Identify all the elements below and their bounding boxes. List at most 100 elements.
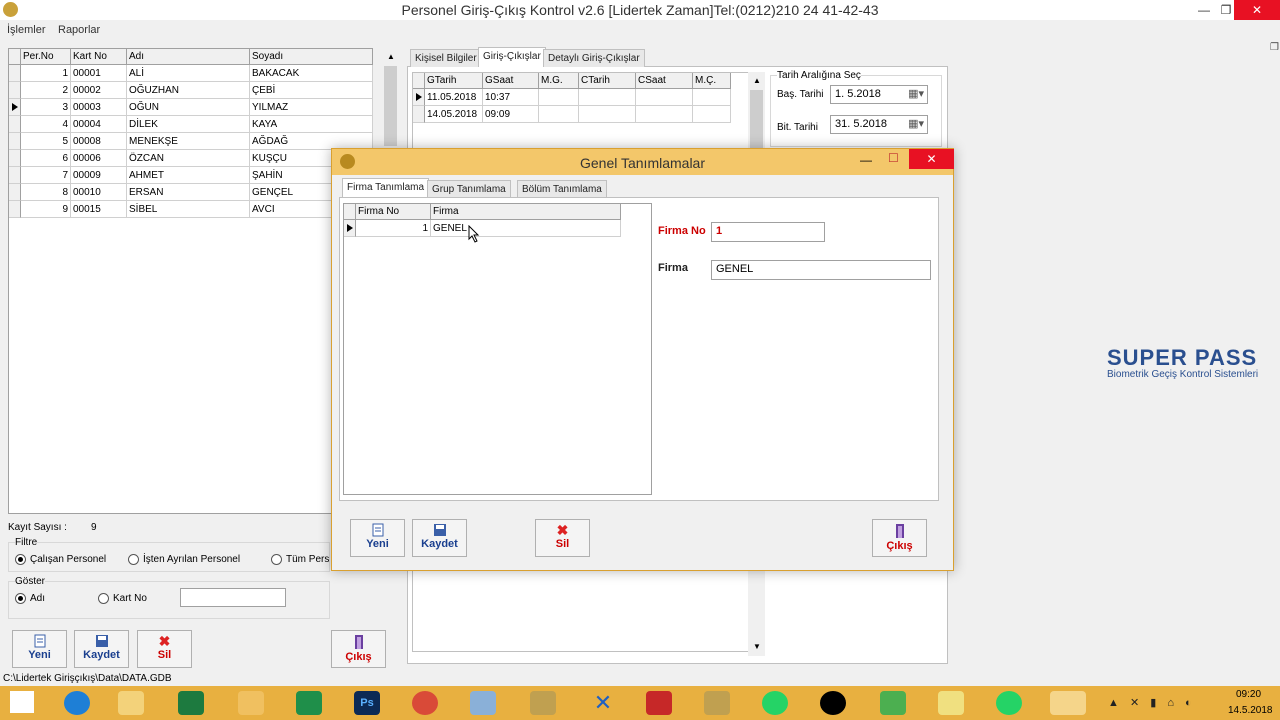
spreadsheet-app-icon[interactable] bbox=[178, 691, 204, 715]
col-header-mc[interactable]: M.Ç. bbox=[693, 73, 731, 89]
scroll-thumb[interactable] bbox=[750, 90, 763, 150]
col-header-adi[interactable]: Adı bbox=[127, 49, 250, 65]
entry-cell[interactable] bbox=[579, 106, 636, 123]
whatsapp-icon[interactable] bbox=[762, 691, 788, 715]
personnel-cell[interactable]: 4 bbox=[21, 116, 71, 133]
dialog-exit-button[interactable]: Çıkış bbox=[872, 519, 927, 557]
entry-cell[interactable]: 09:09 bbox=[483, 106, 539, 123]
personnel-cell[interactable]: 00009 bbox=[71, 167, 127, 184]
col-header-firma[interactable]: Firma bbox=[431, 204, 621, 220]
row-indicator[interactable] bbox=[9, 167, 21, 184]
keys-app-icon[interactable] bbox=[704, 691, 730, 715]
scroll-up-arrow[interactable]: ▲ bbox=[753, 76, 761, 85]
personnel-cell[interactable]: OĞUZHAN bbox=[127, 82, 250, 99]
row-indicator[interactable] bbox=[9, 184, 21, 201]
entry-row[interactable]: 14.05.2018 09:09 bbox=[413, 106, 751, 123]
close-button[interactable]: ✕ bbox=[1234, 0, 1280, 20]
personnel-row[interactable]: 6 00006 ÖZCAN KUŞÇU bbox=[9, 150, 373, 167]
paint-icon[interactable] bbox=[470, 691, 496, 715]
personnel-cell[interactable]: OĞUN bbox=[127, 99, 250, 116]
calendar-dropdown-icon[interactable]: ▦▾ bbox=[908, 87, 924, 100]
personnel-cell[interactable]: 8 bbox=[21, 184, 71, 201]
record-icon[interactable] bbox=[820, 691, 846, 715]
personnel-cell[interactable]: 00010 bbox=[71, 184, 127, 201]
windows-start-icon[interactable] bbox=[10, 691, 34, 713]
personnel-cell[interactable]: 1 bbox=[21, 65, 71, 82]
personel-app-icon[interactable] bbox=[1050, 691, 1086, 715]
firma-cell[interactable]: GENEL bbox=[431, 220, 621, 237]
row-indicator[interactable] bbox=[9, 82, 21, 99]
delete-button[interactable]: ✖ Sil bbox=[137, 630, 192, 668]
firma-grid[interactable]: Firma No Firma 1 GENEL bbox=[343, 203, 652, 495]
dialog-new-button[interactable]: Yeni bbox=[350, 519, 405, 557]
personnel-cell[interactable]: 2 bbox=[21, 82, 71, 99]
col-header-csaat[interactable]: CSaat bbox=[636, 73, 693, 89]
menu-raporlar[interactable]: Raporlar bbox=[58, 24, 100, 36]
dialog-maximize-button[interactable]: ☐ bbox=[888, 151, 899, 165]
personnel-cell[interactable]: 3 bbox=[21, 99, 71, 116]
radio-tum-personel[interactable] bbox=[271, 554, 282, 565]
personnel-row[interactable]: 9 00015 SİBEL AVCI bbox=[9, 201, 373, 218]
dialog-minimize-button[interactable]: — bbox=[860, 153, 872, 167]
firma-cell[interactable]: 1 bbox=[356, 220, 431, 237]
menu-islemler[interactable]: İşlemler bbox=[7, 24, 46, 36]
tab-grup-tanimlama[interactable]: Grup Tanımlama bbox=[427, 180, 511, 198]
entry-row[interactable]: 11.05.2018 10:37 bbox=[413, 89, 751, 106]
entry-cell[interactable] bbox=[579, 89, 636, 106]
entry-cell[interactable]: 10:37 bbox=[483, 89, 539, 106]
col-header-per-no[interactable]: Per.No bbox=[21, 49, 71, 65]
android-app-icon[interactable] bbox=[880, 691, 906, 715]
personnel-cell[interactable]: 00006 bbox=[71, 150, 127, 167]
personnel-cell[interactable]: ÇEBİ bbox=[250, 82, 373, 99]
tab-giris-cikislar[interactable]: Giriş-Çıkışlar bbox=[478, 47, 546, 67]
firma-input[interactable]: GENEL bbox=[711, 260, 931, 280]
col-header-kart-no[interactable]: Kart No bbox=[71, 49, 127, 65]
personnel-cell[interactable]: 00015 bbox=[71, 201, 127, 218]
personnel-cell[interactable]: 00003 bbox=[71, 99, 127, 116]
col-header-gsaat[interactable]: GSaat bbox=[483, 73, 539, 89]
personnel-cell[interactable]: ÖZCAN bbox=[127, 150, 250, 167]
personnel-cell[interactable]: 7 bbox=[21, 167, 71, 184]
excel-icon[interactable] bbox=[296, 691, 322, 715]
start-date-picker[interactable]: 1. 5.2018 ▦▾ bbox=[830, 85, 928, 104]
notes-app-icon[interactable] bbox=[938, 691, 964, 715]
row-indicator[interactable] bbox=[9, 116, 21, 133]
whatsapp-icon[interactable] bbox=[996, 691, 1022, 715]
search-input[interactable] bbox=[180, 588, 286, 607]
firma-no-input[interactable]: 1 bbox=[711, 222, 825, 242]
personnel-cell[interactable]: ALİ bbox=[127, 65, 250, 82]
personnel-cell[interactable]: BAKACAK bbox=[250, 65, 373, 82]
personnel-cell[interactable]: 9 bbox=[21, 201, 71, 218]
entry-cell[interactable] bbox=[539, 106, 579, 123]
col-header-soyadi[interactable]: Soyadı bbox=[250, 49, 373, 65]
personnel-cell[interactable]: 00002 bbox=[71, 82, 127, 99]
row-indicator[interactable] bbox=[9, 99, 21, 116]
personnel-cell[interactable]: 00004 bbox=[71, 116, 127, 133]
personnel-cell[interactable]: YILMAZ bbox=[250, 99, 373, 116]
col-header-mg[interactable]: M.G. bbox=[539, 73, 579, 89]
entry-cell[interactable] bbox=[693, 106, 731, 123]
col-header-firma-no[interactable]: Firma No bbox=[356, 204, 431, 220]
calendar-dropdown-icon[interactable]: ▦▾ bbox=[908, 117, 924, 130]
row-indicator[interactable] bbox=[413, 106, 425, 123]
personnel-row[interactable]: 5 00008 MENEKŞE AĞDAĞ bbox=[9, 133, 373, 150]
radio-show-adi[interactable] bbox=[15, 593, 26, 604]
dialog-close-button[interactable]: ✕ bbox=[909, 149, 954, 169]
personnel-row[interactable]: 3 00003 OĞUN YILMAZ bbox=[9, 99, 373, 116]
personnel-row[interactable]: 1 00001 ALİ BAKACAK bbox=[9, 65, 373, 82]
row-indicator[interactable] bbox=[9, 133, 21, 150]
row-indicator[interactable] bbox=[344, 220, 356, 237]
entry-cell[interactable] bbox=[693, 89, 731, 106]
pdf-app-icon[interactable] bbox=[646, 691, 672, 715]
keys-app-icon[interactable] bbox=[530, 691, 556, 715]
row-indicator[interactable] bbox=[9, 150, 21, 167]
scroll-up-arrow[interactable]: ▲ bbox=[387, 52, 395, 61]
personnel-cell[interactable]: SİBEL bbox=[127, 201, 250, 218]
tab-kisisel-bilgiler[interactable]: Kişisel Bilgiler bbox=[410, 49, 482, 67]
end-date-picker[interactable]: 31. 5.2018 ▦▾ bbox=[830, 115, 928, 134]
mail-icon[interactable] bbox=[238, 691, 264, 715]
internet-explorer-icon[interactable] bbox=[64, 691, 90, 715]
personnel-cell[interactable]: 6 bbox=[21, 150, 71, 167]
tray-icons[interactable]: ▲ ✕ ▮ ⌂ ◐ bbox=[1108, 696, 1196, 709]
dialog-delete-button[interactable]: ✖ Sil bbox=[535, 519, 590, 557]
